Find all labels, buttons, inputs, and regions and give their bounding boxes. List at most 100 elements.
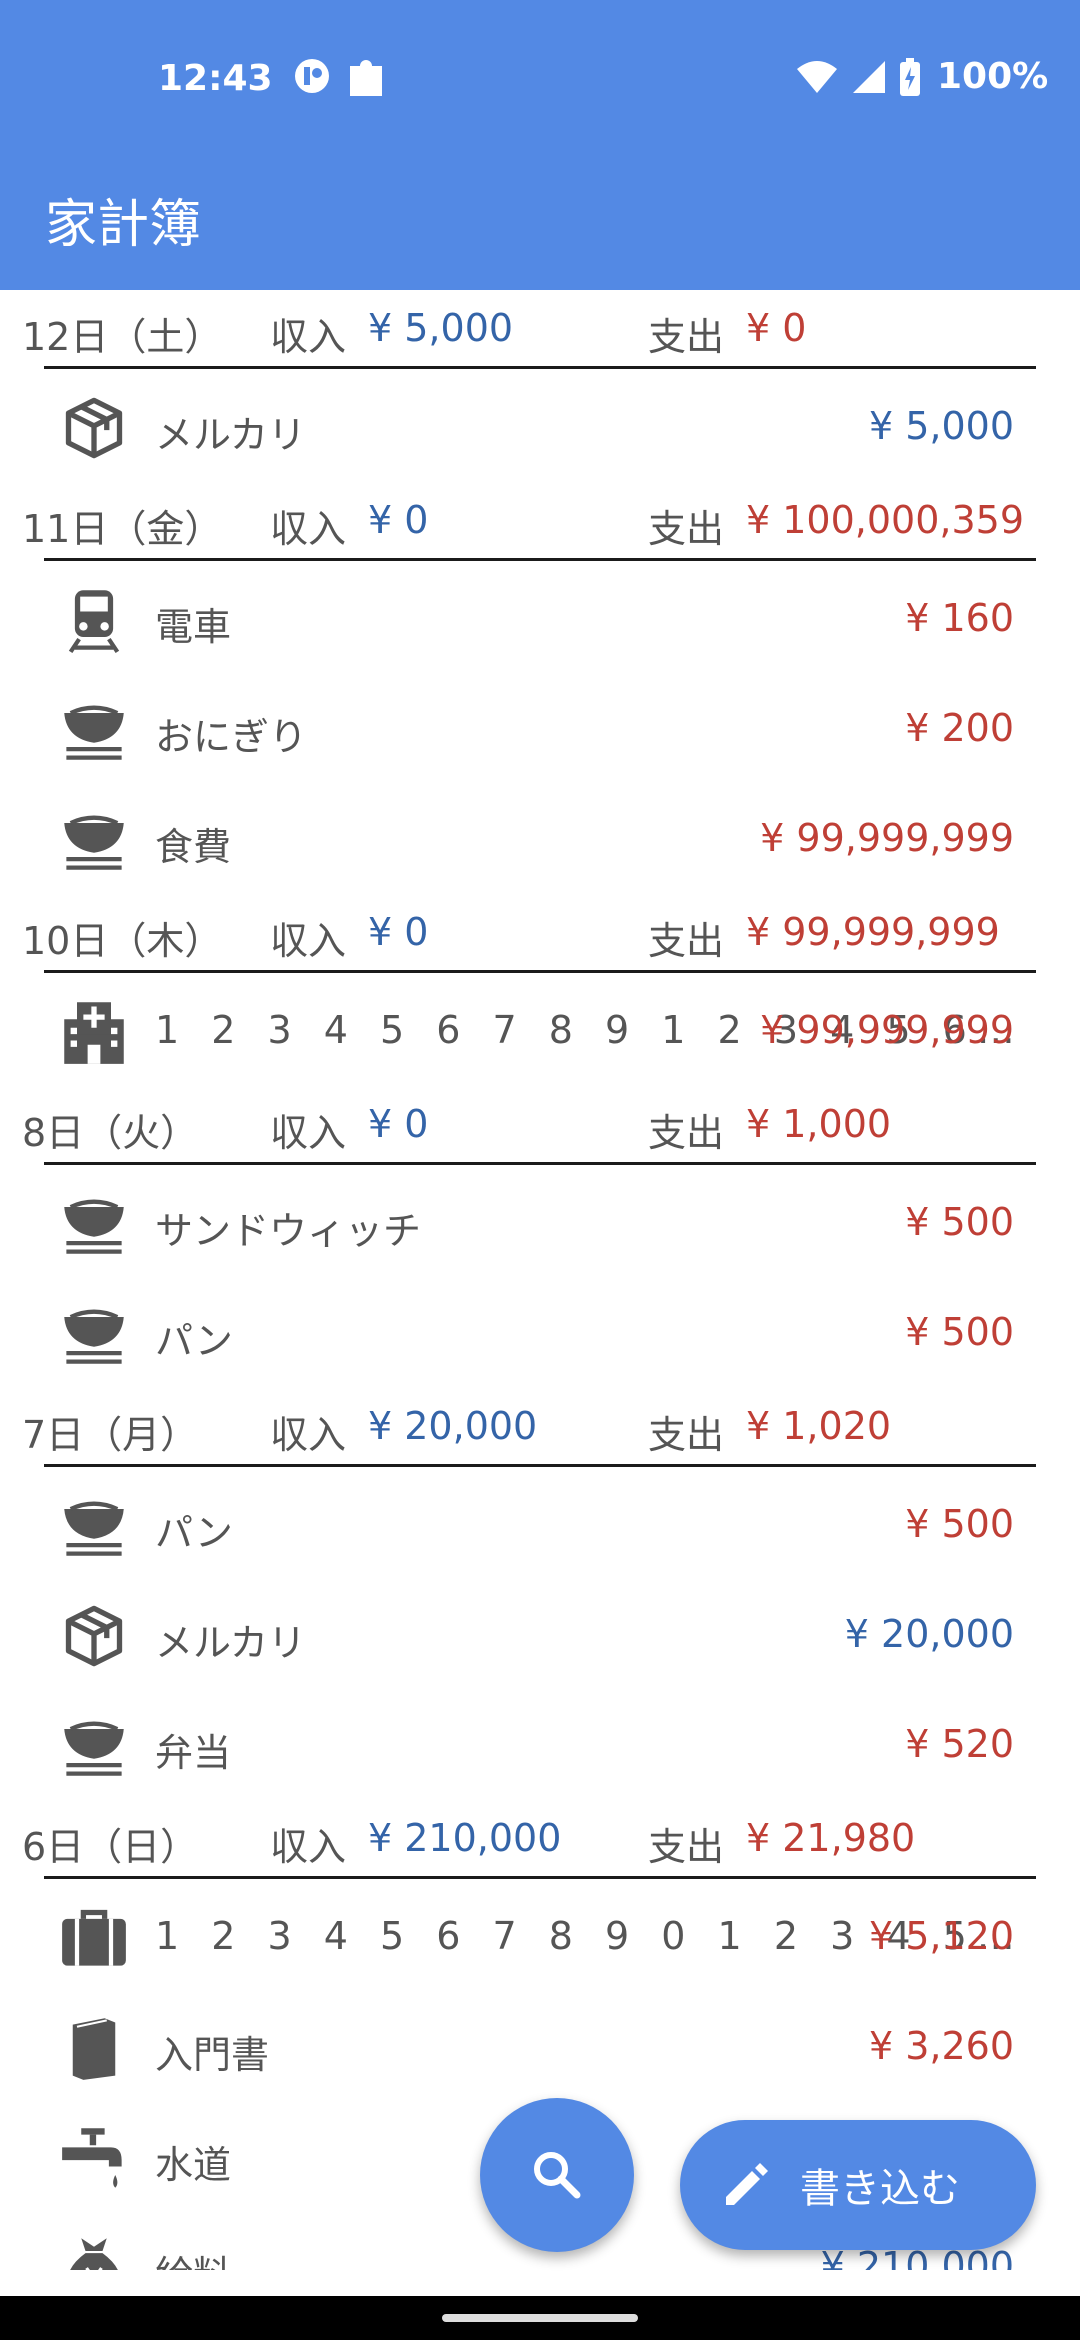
briefcase-icon (60, 1904, 128, 1972)
transaction-row[interactable]: 弁当 ¥ 520 (0, 1690, 1080, 1800)
income-label: 収入 (270, 919, 347, 963)
rice-bowl-icon (60, 1492, 128, 1560)
transaction-row[interactable]: パン ¥ 500 (0, 1470, 1080, 1580)
transaction-name: パン (155, 1511, 233, 1555)
day-header: 10日（木） 収入 ¥ 0 支出 ¥ 99,999,999 (0, 894, 1080, 976)
status-time: 12:43 (158, 58, 273, 99)
income-label: 収入 (270, 315, 347, 359)
day-income-total: ¥ 0 (368, 498, 429, 542)
transaction-row[interactable]: パン ¥ 500 (0, 1278, 1080, 1388)
battery-charging-icon (900, 57, 920, 96)
day-expense-total: ¥ 100,000,359 (746, 498, 1025, 542)
write-fab-label: 書き込む (800, 2166, 960, 2212)
transaction-amount: ¥ 160 (905, 596, 1014, 640)
day-expense-total: ¥ 1,000 (746, 1102, 892, 1146)
transaction-name: 水道 (155, 2143, 232, 2187)
search-fab[interactable] (480, 2098, 634, 2252)
transaction-amount: ¥ 99,999,999 (760, 1008, 1014, 1052)
transaction-row[interactable]: メルカリ ¥ 20,000 (0, 1580, 1080, 1690)
pencil-icon (726, 2163, 768, 2205)
transaction-row[interactable]: 食費 ¥ 99,999,999 (0, 784, 1080, 894)
day-divider (44, 366, 1036, 369)
transaction-row[interactable]: 入門書 ¥ 3,260 (0, 1992, 1080, 2102)
day-date: 7日（月） (22, 1413, 199, 1457)
day-header: 7日（月） 収入 ¥ 20,000 支出 ¥ 1,020 (0, 1388, 1080, 1470)
transaction-name: パン (155, 1319, 233, 1363)
wifi-icon (797, 60, 837, 93)
transaction-row[interactable]: 1 2 3 4 5 6 7 8 9 0 1 2 3 4 5… ¥ 5,120 (0, 1882, 1080, 1992)
transaction-amount: ¥ 20,000 (844, 1612, 1014, 1656)
transaction-name: 食費 (155, 825, 232, 869)
day-header: 11日（金） 収入 ¥ 0 支出 ¥ 100,000,359 (0, 482, 1080, 564)
rice-bowl-icon (60, 806, 128, 874)
write-fab[interactable]: 書き込む (680, 2120, 1036, 2250)
day-divider (44, 558, 1036, 561)
rice-bowl-icon (60, 1300, 128, 1368)
app-title: 家計簿 (45, 195, 202, 255)
money-bag-icon (60, 2234, 128, 2270)
vpn-circle-icon (295, 59, 329, 93)
day-expense-total: ¥ 0 (746, 306, 807, 350)
expense-label: 支出 (648, 1111, 725, 1155)
day-header: 8日（火） 収入 ¥ 0 支出 ¥ 1,000 (0, 1086, 1080, 1168)
expense-label: 支出 (648, 507, 725, 551)
transaction-amount: ¥ 5,000 (868, 404, 1014, 448)
day-divider (44, 1162, 1036, 1165)
transaction-row[interactable]: メルカリ ¥ 5,000 (0, 372, 1080, 482)
home-handle[interactable] (442, 2314, 638, 2322)
hospital-icon (60, 998, 128, 1066)
rice-bowl-icon (60, 1190, 128, 1258)
train-icon (60, 586, 128, 654)
transaction-name: サンドウィッチ (155, 1209, 422, 1253)
transaction-name: 入門書 (155, 2033, 270, 2077)
transaction-name: メルカリ (155, 413, 306, 457)
day-date: 8日（火） (22, 1111, 199, 1155)
day-income-total: ¥ 0 (368, 910, 429, 954)
income-label: 収入 (270, 1111, 347, 1155)
transaction-row[interactable]: おにぎり ¥ 200 (0, 674, 1080, 784)
transaction-row[interactable]: 1 2 3 4 5 6 7 8 9 1 2 3 4 5 6… ¥ 99,999,9… (0, 976, 1080, 1086)
day-expense-total: ¥ 21,980 (746, 1816, 916, 1860)
day-expense-total: ¥ 1,020 (746, 1404, 892, 1448)
battery-percent: 100% (937, 56, 1049, 97)
rice-bowl-icon (60, 696, 128, 764)
transaction-amount: ¥ 200 (905, 706, 1014, 750)
income-label: 収入 (270, 507, 347, 551)
transaction-name: 電車 (155, 605, 232, 649)
transaction-amount: ¥ 99,999,999 (760, 816, 1014, 860)
day-header: 6日（日） 収入 ¥ 210,000 支出 ¥ 21,980 (0, 1800, 1080, 1882)
transaction-name: おにぎり (155, 715, 308, 759)
faucet-icon (60, 2124, 128, 2192)
transaction-name: メルカリ (155, 1621, 306, 1665)
navigation-bar (0, 2296, 1080, 2340)
income-label: 収入 (270, 1413, 347, 1457)
day-income-total: ¥ 20,000 (368, 1404, 538, 1448)
transaction-amount: ¥ 500 (905, 1200, 1014, 1244)
puzzle-icon (350, 60, 382, 96)
expense-label: 支出 (648, 919, 725, 963)
day-date: 10日（木） (22, 919, 223, 963)
transaction-amount: ¥ 500 (905, 1310, 1014, 1354)
transaction-list[interactable]: 12日（土） 収入 ¥ 5,000 支出 ¥ 0 メルカリ ¥ 5,000 11日（金） 収入… (0, 290, 1080, 2270)
package-icon (60, 394, 128, 462)
search-icon (534, 2152, 581, 2199)
rice-bowl-icon (60, 1712, 128, 1780)
transaction-name: 弁当 (155, 1731, 232, 1775)
day-income-total: ¥ 5,000 (368, 306, 514, 350)
transaction-name: 給料 (155, 2244, 231, 2270)
day-divider (44, 970, 1036, 973)
transaction-row[interactable]: サンドウィッチ ¥ 500 (0, 1168, 1080, 1278)
status-bar: 12:43 100% (0, 0, 1080, 150)
day-income-total: ¥ 0 (368, 1102, 429, 1146)
day-expense-total: ¥ 99,999,999 (746, 910, 1000, 954)
day-date: 12日（土） (22, 315, 223, 359)
day-income-total: ¥ 210,000 (368, 1816, 562, 1860)
book-icon (60, 2014, 128, 2082)
transaction-row[interactable]: 電車 ¥ 160 (0, 564, 1080, 674)
transaction-amount: ¥ 5,120 (868, 1914, 1014, 1958)
transaction-amount: ¥ 500 (905, 1502, 1014, 1546)
day-date: 11日（金） (22, 507, 223, 551)
transaction-amount: ¥ 3,260 (868, 2024, 1014, 2068)
expense-label: 支出 (648, 1413, 725, 1457)
package-icon (60, 1602, 128, 1670)
